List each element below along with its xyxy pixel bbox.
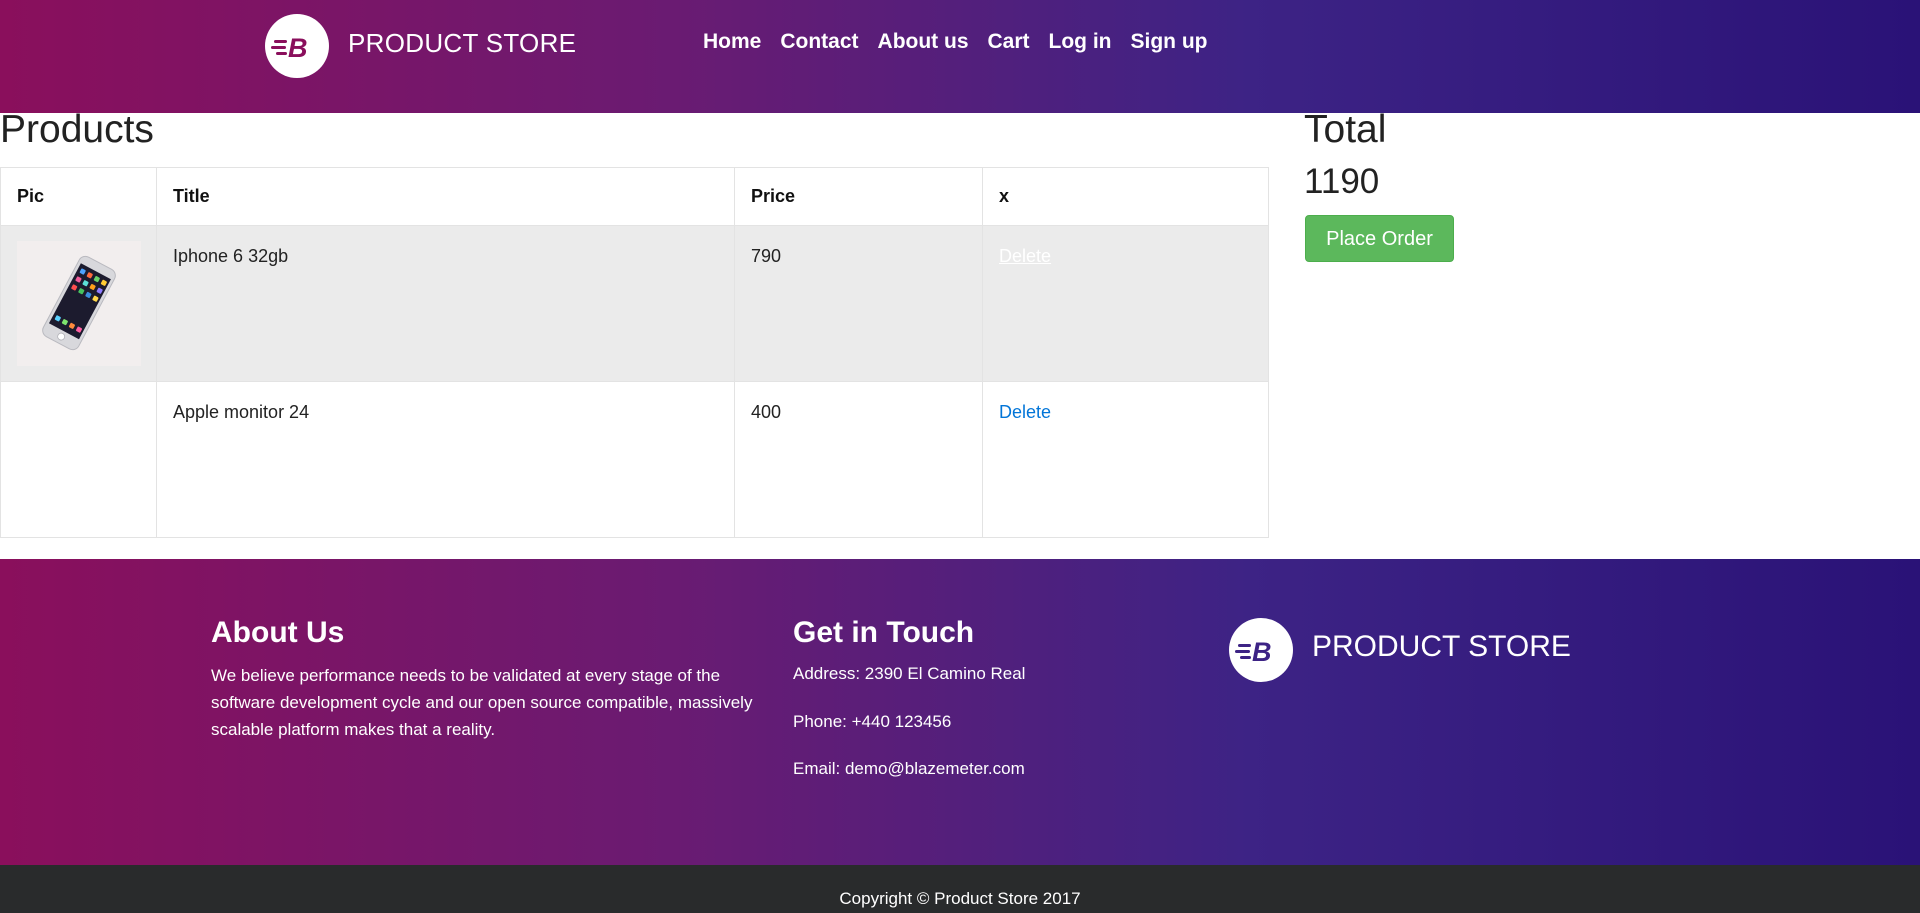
products-heading: Products bbox=[0, 108, 154, 151]
footer-brand-name: PRODUCT STORE bbox=[1312, 630, 1571, 663]
product-title: Apple monitor 24 bbox=[156, 381, 735, 538]
cart-table: Pic Title Price x Iphone 6 32gb 790 Dele… bbox=[0, 167, 1269, 538]
column-header-action: x bbox=[982, 167, 1269, 226]
nav-about-us[interactable]: About us bbox=[878, 30, 969, 54]
top-navbar: B PRODUCT STORE Home Contact About us Ca… bbox=[0, 0, 1920, 113]
product-title: Iphone 6 32gb bbox=[156, 225, 735, 382]
footer: About Us We believe performance needs to… bbox=[0, 559, 1920, 865]
copyright-text: Copyright © Product Store 2017 bbox=[839, 889, 1081, 908]
table-row: Apple monitor 24 400 Delete bbox=[0, 381, 1269, 538]
blazemeter-logo-icon[interactable]: B bbox=[265, 14, 329, 78]
nav-home[interactable]: Home bbox=[703, 30, 761, 54]
column-header-price: Price bbox=[734, 167, 983, 226]
about-us-title: About Us bbox=[211, 616, 345, 649]
get-in-touch-title: Get in Touch bbox=[793, 616, 975, 649]
total-heading: Total bbox=[1304, 108, 1387, 151]
iphone-product-image bbox=[17, 241, 141, 366]
svg-text:B: B bbox=[1252, 637, 1272, 667]
about-us-text: We believe performance needs to be valid… bbox=[211, 666, 753, 739]
nav-contact[interactable]: Contact bbox=[780, 30, 858, 54]
blazemeter-logo-icon: B bbox=[1229, 618, 1293, 682]
nav-cart[interactable]: Cart bbox=[988, 30, 1030, 54]
nav-sign-up[interactable]: Sign up bbox=[1131, 30, 1208, 54]
action-cell: Delete bbox=[982, 225, 1269, 382]
action-cell: Delete bbox=[982, 381, 1269, 538]
total-value: 1190 bbox=[1304, 162, 1380, 201]
product-price: 400 bbox=[734, 381, 983, 538]
pic-cell bbox=[0, 381, 157, 538]
table-header-row: Pic Title Price x bbox=[0, 167, 1269, 226]
copyright-bar: Copyright © Product Store 2017 bbox=[0, 865, 1920, 913]
svg-text:B: B bbox=[288, 33, 308, 63]
table-row: Iphone 6 32gb 790 Delete bbox=[0, 225, 1269, 382]
contact-email: Email: demo@blazemeter.com bbox=[793, 759, 1025, 778]
delete-link[interactable]: Delete bbox=[999, 402, 1051, 422]
nav-log-in[interactable]: Log in bbox=[1049, 30, 1112, 54]
brand-name[interactable]: PRODUCT STORE bbox=[348, 28, 576, 59]
product-price: 790 bbox=[734, 225, 983, 382]
contact-address: Address: 2390 El Camino Real bbox=[793, 664, 1026, 683]
pic-cell bbox=[0, 225, 157, 382]
column-header-pic: Pic bbox=[0, 167, 157, 226]
contact-phone: Phone: +440 123456 bbox=[793, 712, 952, 731]
nav-links: Home Contact About us Cart Log in Sign u… bbox=[703, 30, 1208, 54]
delete-link[interactable]: Delete bbox=[999, 246, 1051, 266]
place-order-button[interactable]: Place Order bbox=[1305, 215, 1454, 262]
column-header-title: Title bbox=[156, 167, 735, 226]
